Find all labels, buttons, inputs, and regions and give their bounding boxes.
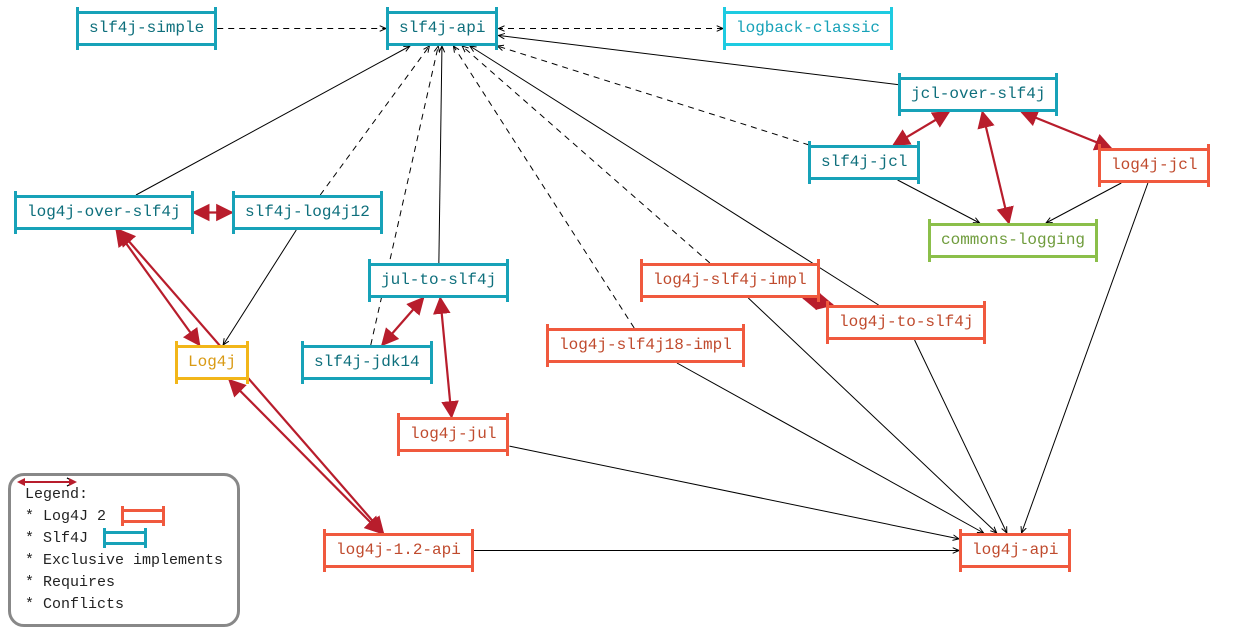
edge-log4j_slf4j_impl-slf4j_api: [462, 46, 710, 263]
edge-log4j_jul-log4j_api: [509, 446, 959, 539]
node-log4j-slf4j-impl: log4j-slf4j-impl: [640, 263, 820, 298]
node-slf4j-jcl: slf4j-jcl: [808, 145, 920, 180]
edge-jcl_over_slf4j-slf4j_jcl: [894, 112, 949, 145]
node-log4j-over-slf4j: log4j-over-slf4j: [14, 195, 194, 230]
node-log4j-to-slf4j: log4j-to-slf4j: [826, 305, 986, 340]
node-slf4j-api: slf4j-api: [386, 11, 498, 46]
edge-jul_to_slf4j-log4j_jul: [440, 298, 451, 417]
node-log4j-jul: log4j-jul: [397, 417, 509, 452]
node-log4j-slf4j18: log4j-slf4j18-impl: [546, 328, 745, 363]
edge-log4j_12_api-log4j1: [229, 380, 381, 533]
edge-slf4j_jcl-slf4j_api: [497, 46, 809, 145]
node-jcl-over-slf4j: jcl-over-slf4j: [898, 77, 1058, 112]
edge-log4j_to_slf4j-log4j_api: [915, 340, 1007, 533]
edge-slf4j_log4j12-log4j1: [223, 230, 296, 345]
edge-slf4j_jcl-commons_logging: [898, 180, 980, 223]
edge-jcl_over_slf4j-log4j_jcl: [1022, 112, 1111, 148]
legend-item: * Requires: [25, 572, 223, 594]
node-slf4j-simple: slf4j-simple: [76, 11, 217, 46]
node-log4j-12-api: log4j-1.2-api: [323, 533, 474, 568]
edge-jul_to_slf4j-slf4j_api: [439, 46, 442, 263]
node-logback-classic: logback-classic: [723, 11, 893, 46]
node-jul-to-slf4j: jul-to-slf4j: [368, 263, 509, 298]
node-log4j1: Log4j: [175, 345, 249, 380]
legend-item: * Conflicts: [25, 594, 223, 616]
edge-jcl_over_slf4j-commons_logging: [982, 112, 1008, 223]
edge-jul_to_slf4j-slf4j_jdk14: [382, 298, 423, 345]
legend-item: * Log4J 2: [25, 506, 223, 528]
node-commons-logging: commons-logging: [928, 223, 1098, 258]
legend-item: * Exclusive implements: [25, 550, 223, 572]
edge-slf4j_log4j12-slf4j_api: [320, 46, 429, 195]
node-slf4j-jdk14: slf4j-jdk14: [301, 345, 433, 380]
legend-item: * Slf4J: [25, 528, 223, 550]
edge-log4j_over_slf4j-slf4j_api: [136, 46, 410, 195]
node-log4j-jcl: log4j-jcl: [1098, 148, 1210, 183]
edge-log4j_jcl-commons_logging: [1046, 183, 1121, 223]
legend-box: Legend:* Log4J 2 * Slf4J * Exclusive imp…: [8, 473, 240, 627]
node-log4j-api: log4j-api: [959, 533, 1071, 568]
edge-log4j_over_slf4j-log4j1: [116, 230, 199, 345]
node-slf4j-log4j12: slf4j-log4j12: [232, 195, 383, 230]
